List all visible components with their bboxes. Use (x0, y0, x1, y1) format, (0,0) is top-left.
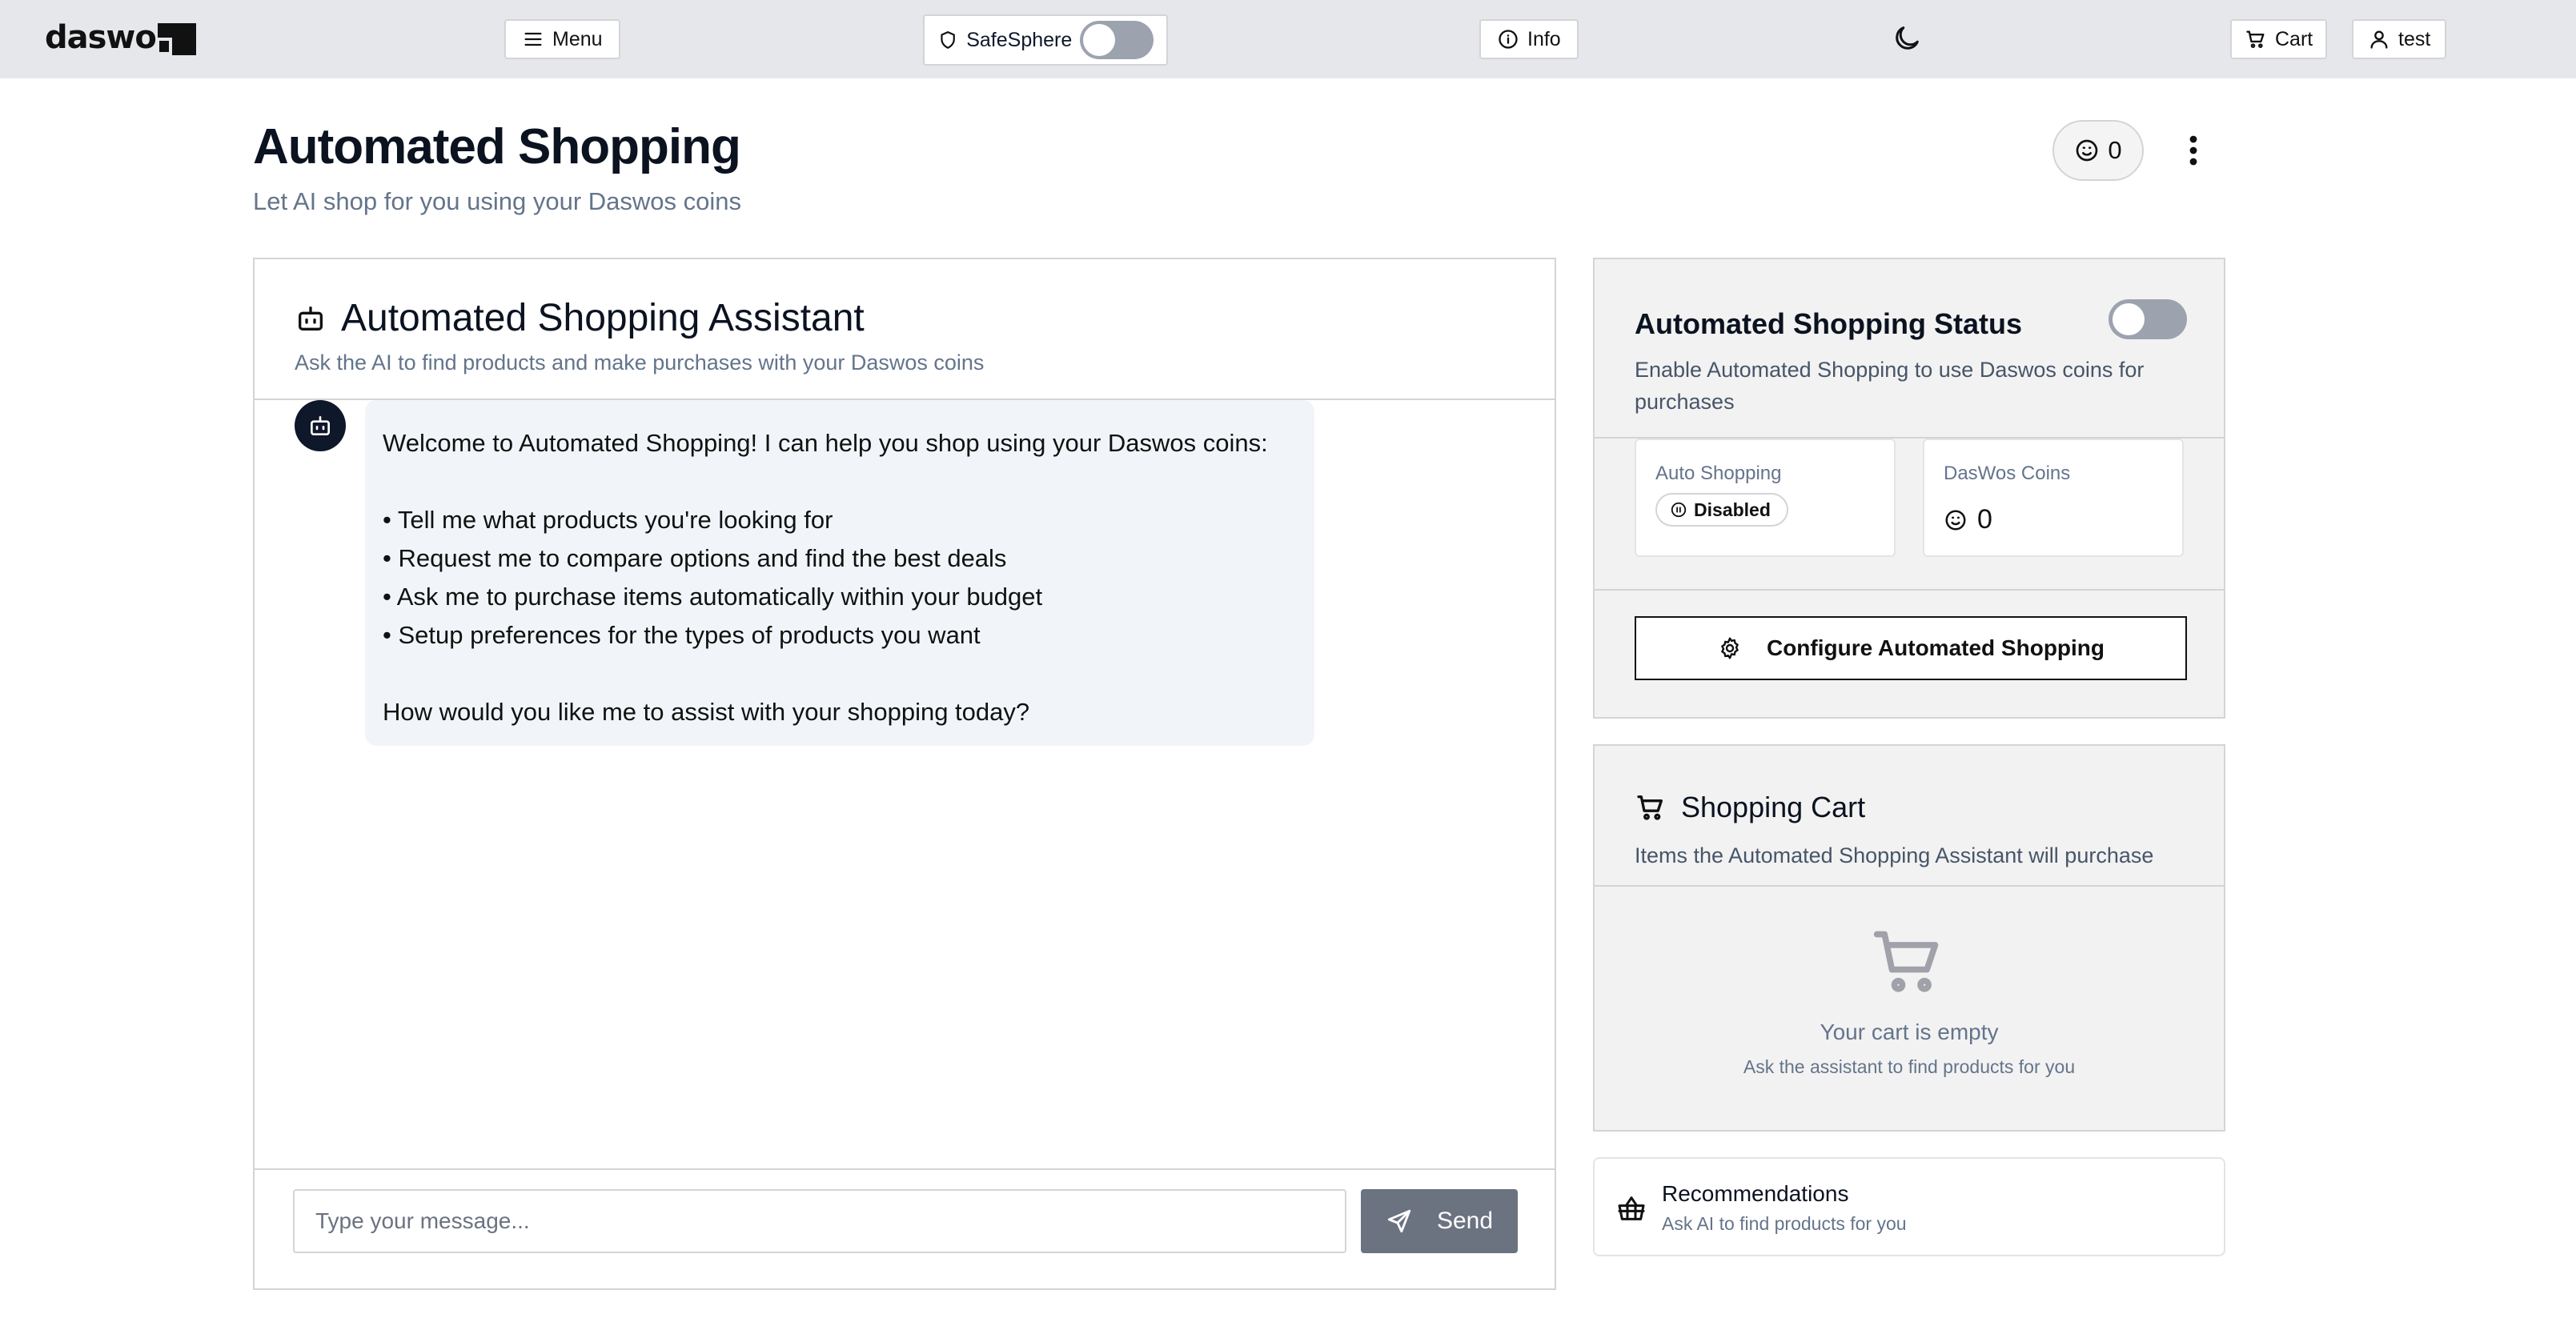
shopping-cart-card: Shopping Cart Items the Automated Shoppi… (1593, 744, 2225, 1132)
robot-icon (299, 306, 323, 330)
info-label: Info (1527, 27, 1561, 50)
chat-description: Ask the AI to find products and make pur… (295, 351, 985, 375)
coin-balance-pill[interactable]: 0 (2052, 120, 2144, 181)
coin-smile-icon (2076, 139, 2098, 162)
moon-icon[interactable] (1891, 22, 1923, 54)
empty-cart-subtitle: Ask the assistant to find products for y… (1743, 1056, 2076, 1077)
toggle-knob (2113, 303, 2145, 335)
coin-balance-value: 0 (2108, 136, 2122, 164)
menu-label: Menu (552, 27, 603, 50)
cart-title-text: Shopping Cart (1681, 791, 1866, 823)
recommendations-subtitle: Ask AI to find products for you (1662, 1213, 1907, 1234)
page-subtitle: Let AI shop for you using your Daswos co… (253, 187, 741, 215)
hamburger-icon (524, 32, 542, 46)
divider (1595, 885, 2224, 887)
cart-description: Items the Automated Shopping Assistant w… (1635, 843, 2154, 867)
cart-label: Cart (2275, 27, 2313, 50)
user-button[interactable]: test (2352, 19, 2447, 59)
top-navigation-bar: daswo Menu SafeSphere Info Cart test (0, 0, 2576, 78)
assistant-message-bubble: Welcome to Automated Shopping! I can hel… (365, 400, 1314, 746)
send-icon (1387, 1209, 1411, 1233)
welcome-bullet: • Request me to compare options and find… (383, 544, 1007, 572)
welcome-bullet: • Tell me what products you're looking f… (383, 506, 833, 534)
chat-title: Automated Shopping Assistant (295, 296, 865, 340)
page-title: Automated Shopping (253, 119, 741, 174)
empty-cart-icon (1873, 931, 1939, 992)
basket-icon (1618, 1196, 1645, 1220)
status-description: Enable Automated Shopping to use Daswos … (1635, 358, 2145, 414)
daswos-coins-value-row: 0 (1944, 504, 1992, 535)
gear-icon (1721, 637, 1739, 659)
user-icon (2370, 30, 2388, 49)
toggle-knob (1083, 24, 1116, 56)
automated-shopping-toggle[interactable] (2109, 299, 2187, 339)
info-button[interactable]: Info (1479, 19, 1579, 59)
safesphere-label: SafeSphere (966, 28, 1073, 51)
logo-mark-icon (157, 23, 196, 55)
divider (1595, 589, 2224, 591)
recommendations-card[interactable]: Recommendations Ask AI to find products … (1593, 1157, 2225, 1256)
pause-circle-icon (1671, 502, 1687, 518)
safesphere-control: SafeSphere (923, 14, 1168, 66)
status-title: Automated Shopping Status (1635, 307, 2022, 340)
daswos-coins-label: DasWos Coins (1944, 463, 2071, 484)
more-options-icon[interactable] (2182, 133, 2205, 168)
safesphere-toggle[interactable] (1080, 21, 1154, 59)
assistant-chat-panel: Automated Shopping Assistant Ask the AI … (253, 258, 1556, 1290)
daswos-coins-stat: DasWos Coins 0 (1923, 439, 2184, 557)
cart-button[interactable]: Cart (2230, 19, 2328, 59)
bot-avatar (295, 400, 346, 451)
chat-header: Automated Shopping Assistant Ask the AI … (255, 259, 1555, 400)
user-label: test (2398, 27, 2431, 50)
status-badge-text: Disabled (1694, 499, 1771, 520)
automated-shopping-status-card: Automated Shopping Status Enable Automat… (1593, 258, 2225, 719)
auto-shopping-label: Auto Shopping (1655, 463, 1782, 484)
welcome-bullet: • Setup preferences for the types of pro… (383, 621, 981, 649)
send-label: Send (1436, 1208, 1494, 1234)
cart-title: Shopping Cart (1635, 791, 1865, 824)
message-composer: Send (255, 1168, 1555, 1290)
configure-automated-shopping-button[interactable]: Configure Automated Shopping (1635, 616, 2187, 680)
welcome-bullet: • Ask me to purchase items automatically… (383, 583, 1043, 611)
logo[interactable]: daswo (45, 18, 196, 58)
daswos-coins-value: 0 (1977, 504, 1992, 535)
menu-button[interactable]: Menu (504, 19, 620, 59)
welcome-outro: How would you like me to assist with you… (383, 698, 1030, 726)
shield-icon (941, 31, 955, 49)
welcome-intro: Welcome to Automated Shopping! I can hel… (383, 429, 1268, 457)
info-icon (1499, 30, 1518, 49)
cart-icon (1637, 795, 1663, 820)
recommendations-title: Recommendations (1662, 1181, 1849, 1206)
cart-icon (2246, 30, 2265, 48)
robot-icon (311, 416, 330, 435)
auto-shopping-stat: Auto Shopping Disabled (1635, 439, 1896, 557)
empty-cart-title: Your cart is empty (1820, 1020, 1999, 1044)
status-badge: Disabled (1655, 493, 1788, 527)
coin-smile-icon (1945, 510, 1966, 530)
chat-title-text: Automated Shopping Assistant (341, 297, 865, 339)
logo-text: daswo (45, 19, 157, 56)
configure-label: Configure Automated Shopping (1766, 635, 2105, 660)
message-input[interactable] (293, 1189, 1346, 1253)
send-button[interactable]: Send (1361, 1189, 1518, 1253)
